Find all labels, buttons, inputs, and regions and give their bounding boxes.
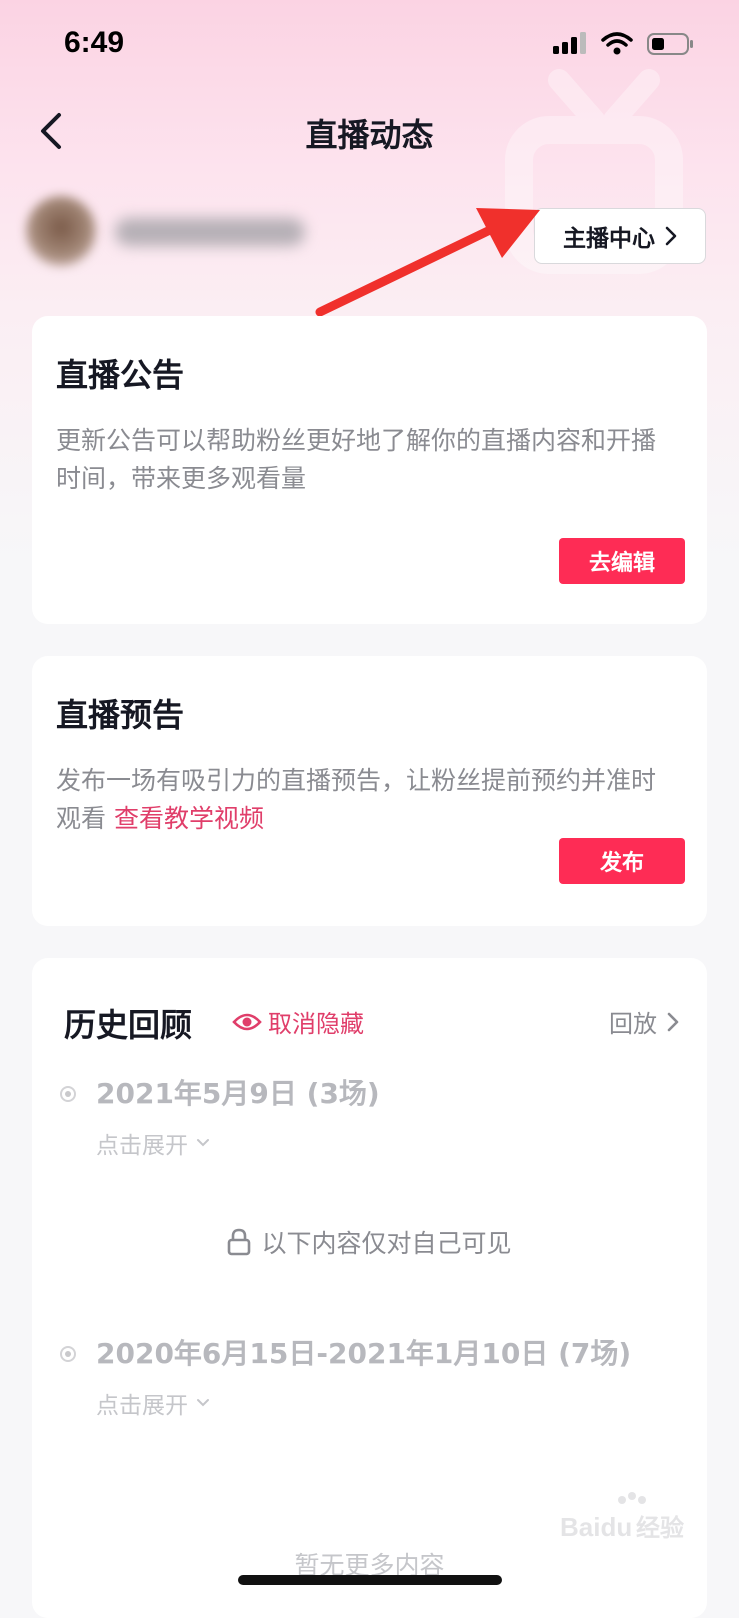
- history-group-label: 2021年5月9日 (3场): [96, 1077, 380, 1110]
- unhide-button[interactable]: 取消隐藏: [232, 1004, 364, 1039]
- page-title: 直播动态: [305, 116, 434, 154]
- timeline-dot: [60, 1346, 76, 1362]
- private-note: 以下内容仅对自己可见: [32, 1224, 707, 1260]
- unhide-label: 取消隐藏: [268, 1010, 364, 1038]
- expand-label: 点击展开: [96, 1393, 188, 1419]
- username-redacted: [115, 218, 305, 246]
- expand-label: 点击展开: [96, 1133, 188, 1159]
- preview-title: 直播预告: [56, 696, 185, 734]
- private-note-text: 以下内容仅对自己可见: [261, 1229, 512, 1258]
- announcement-title: 直播公告: [56, 356, 185, 394]
- annotation-arrow-icon: [315, 208, 540, 317]
- announcement-card: 直播公告 更新公告可以帮助粉丝更好地了解你的直播内容和开播时间，带来更多观看量 …: [32, 316, 707, 624]
- status-time: 6:49: [64, 26, 125, 59]
- chevron-down-icon: [197, 1139, 209, 1147]
- battery-icon: [647, 33, 693, 55]
- status-bar: 6:49: [0, 0, 739, 92]
- edit-announcement-button[interactable]: 去编辑: [559, 538, 685, 584]
- timeline-dot: [60, 1086, 76, 1102]
- expand-toggle[interactable]: 点击展开: [96, 1126, 210, 1160]
- eye-icon: [232, 1013, 262, 1030]
- svg-text:Baidu: Baidu: [560, 1512, 632, 1542]
- preview-card: 直播预告 发布一场有吸引力的直播预告，让粉丝提前预约并准时观看 查看教学视频 发…: [32, 656, 707, 926]
- baidu-watermark-logo: Baidu 经验: [560, 1492, 684, 1542]
- chevron-right-icon: [665, 226, 677, 246]
- announcement-description: 更新公告可以帮助粉丝更好地了解你的直播内容和开播时间，带来更多观看量: [56, 426, 657, 493]
- preview-description: 发布一场有吸引力的直播预告，让粉丝提前预约并准时观看 查看教学视频: [56, 762, 679, 838]
- tutorial-video-link[interactable]: 查看教学视频: [114, 804, 264, 833]
- svg-text:经验: 经验: [636, 1514, 684, 1542]
- wifi-icon: [601, 32, 633, 55]
- publish-preview-button[interactable]: 发布: [559, 838, 685, 884]
- history-group-label: 2020年6月15日-2021年1月10日 (7场): [96, 1337, 632, 1370]
- chevron-down-icon: [197, 1399, 209, 1407]
- replay-label: 回放: [609, 1010, 657, 1038]
- lock-icon: [228, 1228, 251, 1256]
- history-title: 历史回顾: [64, 1006, 193, 1044]
- replay-button[interactable]: 回放: [609, 1004, 679, 1039]
- chevron-right-icon: [667, 1012, 679, 1031]
- status-icons: [553, 32, 695, 56]
- home-indicator[interactable]: [238, 1575, 502, 1585]
- anchor-center-label: 主播中心: [563, 226, 655, 252]
- avatar[interactable]: [26, 196, 96, 266]
- nav-header: 直播动态: [0, 96, 739, 166]
- expand-toggle[interactable]: 点击展开: [96, 1386, 210, 1420]
- signal-icon: [553, 32, 586, 54]
